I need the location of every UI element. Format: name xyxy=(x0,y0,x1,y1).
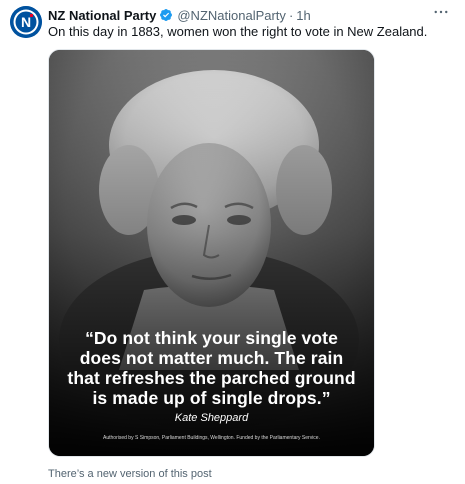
new-version-notice[interactable]: There’s a new version of this post xyxy=(48,468,212,480)
verified-badge-icon xyxy=(159,8,173,22)
quote-text: “Do not think your single vote does not … xyxy=(67,328,356,408)
more-options-icon xyxy=(434,10,448,14)
quote-attribution: Kate Sheppard xyxy=(174,412,249,424)
separator-dot: · xyxy=(288,7,294,23)
author-handle[interactable]: @NZNationalParty xyxy=(177,8,286,23)
post-image[interactable]: “Do not think your single vote does not … xyxy=(48,49,375,457)
svg-text:N: N xyxy=(21,14,31,30)
post[interactable]: N NZ National Party @NZNationalParty · 1… xyxy=(0,0,465,484)
author-name[interactable]: NZ National Party xyxy=(48,8,156,23)
avatar[interactable]: N xyxy=(10,6,42,38)
more-options-button[interactable] xyxy=(431,4,451,20)
post-header: NZ National Party @NZNationalParty · 1h xyxy=(48,7,425,23)
post-text: On this day in 1883, women won the right… xyxy=(48,24,428,39)
post-timestamp[interactable]: 1h xyxy=(296,8,310,23)
nz-national-logo-icon: N xyxy=(10,6,42,38)
authorisation-statement: Authorised by S Simpson, Parliament Buil… xyxy=(103,435,320,441)
